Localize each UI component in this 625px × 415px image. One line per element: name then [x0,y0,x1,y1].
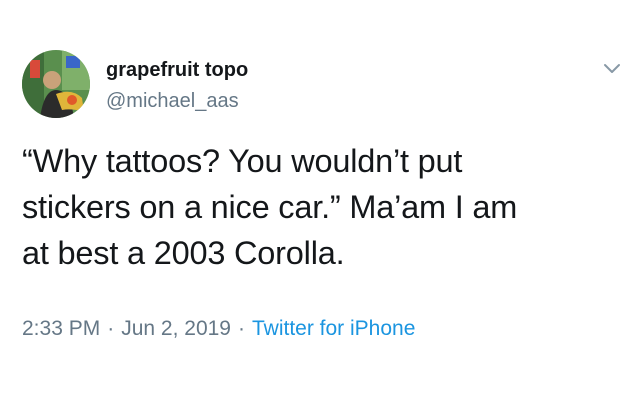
tweet-metadata: 2:33 PM · Jun 2, 2019 · Twitter for iPhone [22,316,415,342]
tweet-text-line: “Why tattoos? You wouldn’t put [22,143,463,179]
tweet-time[interactable]: 2:33 PM [22,317,100,340]
tweet-text-line: at best a 2003 Corolla. [22,235,345,271]
avatar-photo-icon [22,50,90,118]
author-info[interactable]: grapefruit topo @michael_aas [106,58,248,113]
user-handle[interactable]: @michael_aas [106,89,248,113]
tweet-text: “Why tattoos? You wouldn’t put stickers … [22,138,617,276]
separator: · [237,317,245,340]
separator: · [107,317,115,340]
tweet-date[interactable]: Jun 2, 2019 [121,317,231,340]
tweet-text-line: stickers on a nice car.” Ma’am I am [22,189,518,225]
tweet-source-link[interactable]: Twitter for iPhone [252,317,415,340]
chevron-down-icon[interactable] [603,62,621,76]
display-name[interactable]: grapefruit topo [106,58,248,82]
tweet-card: grapefruit topo @michael_aas “Why tattoo… [0,0,625,415]
avatar[interactable] [22,50,90,118]
